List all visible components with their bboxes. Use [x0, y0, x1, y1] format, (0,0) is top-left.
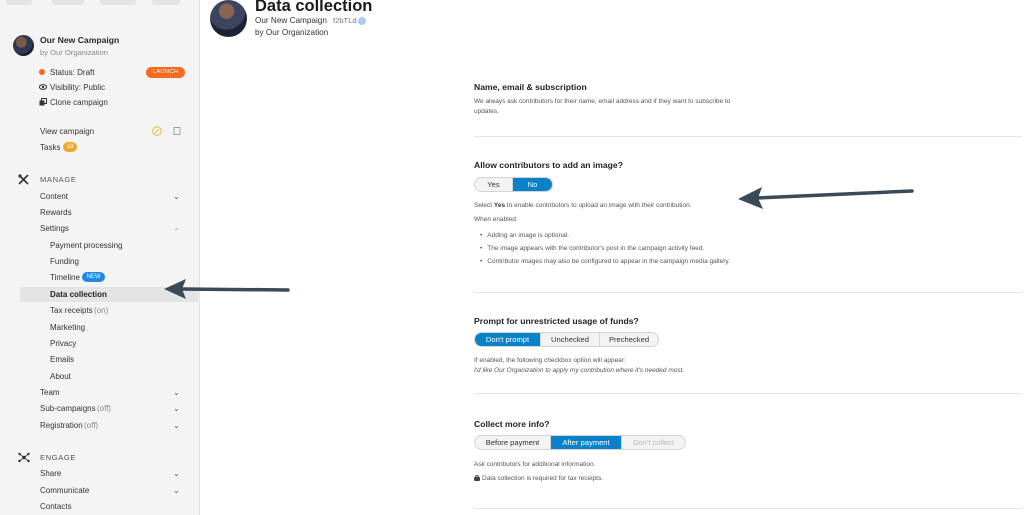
chevron-down-icon: ⌄	[173, 388, 180, 397]
team-label: Team	[40, 388, 60, 397]
header-campaign-name: Our New Campaign	[255, 16, 327, 25]
before-payment-option[interactable]: Before payment	[475, 436, 551, 449]
chevron-down-icon: ⌄	[173, 192, 180, 201]
eye-icon	[39, 84, 47, 90]
image-select-yes: Yes	[493, 202, 506, 209]
section-divider	[474, 393, 1022, 394]
network-icon	[18, 452, 30, 463]
more-info-desc: Ask contributors for additional informat…	[474, 461, 596, 468]
section-divider	[474, 508, 1022, 509]
sub-campaigns-label: Sub-campaigns	[40, 404, 96, 413]
campaign-title: Our New Campaign	[40, 35, 120, 45]
campaign-code: f2bTLd	[333, 16, 357, 25]
image-bullet-1: Adding an image is optional.	[480, 229, 730, 242]
compass-icon[interactable]	[152, 126, 162, 136]
share-label: Share	[40, 469, 62, 478]
chevron-down-icon: ⌄	[173, 469, 180, 478]
chevron-up-icon: ⌃	[173, 227, 180, 236]
tax-receipts-state: (on)	[94, 306, 109, 315]
image-select-pre: Select	[474, 202, 494, 209]
copy-icon	[39, 98, 47, 106]
tax-receipts-label: Tax receipts	[50, 306, 93, 315]
image-select-desc: Select Yes to enable contributors to upl…	[474, 201, 692, 211]
content-label: Content	[40, 192, 69, 201]
name-email-desc-line2: updates.	[474, 108, 499, 115]
image-toggle[interactable]: Yes No	[474, 177, 553, 192]
sub-campaigns-state: (off)	[97, 404, 112, 413]
funding-label: Funding	[50, 257, 79, 266]
contacts-label: Contacts	[40, 502, 72, 511]
new-badge: NEW	[82, 272, 105, 282]
communicate-label: Communicate	[40, 486, 90, 495]
chevron-down-icon: ⌄	[173, 421, 180, 430]
more-info-note: Data collection is required for tax rece…	[482, 475, 604, 482]
bookmark-icon[interactable]	[172, 126, 182, 136]
emails-label: Emails	[50, 355, 75, 364]
more-info-toggle[interactable]: Before payment After payment Don't colle…	[474, 435, 686, 450]
manage-label: MANAGE	[40, 175, 77, 184]
marketing-label: Marketing	[50, 323, 86, 332]
privacy-label: Privacy	[50, 339, 77, 348]
campaign-avatar-large	[210, 0, 247, 37]
funds-desc-line1: If enabled, the following checkbox optio…	[474, 357, 626, 364]
annotation-arrow-right	[738, 187, 914, 209]
more-info-title: Collect more info?	[474, 419, 550, 429]
image-bullet-3: Contributor images may also be configure…	[480, 255, 730, 268]
image-select-post: to enable contributors to upload an imag…	[505, 202, 692, 209]
registration-state: (off)	[84, 421, 99, 430]
image-no-option[interactable]: No	[513, 178, 552, 191]
name-email-desc: We always ask contributors for their nam…	[474, 97, 730, 117]
funds-desc-line2: I'd like Our Organization to apply my co…	[474, 367, 685, 374]
top-strip	[0, 0, 200, 10]
section-divider	[474, 292, 1022, 293]
rewards-label: Rewards	[40, 208, 72, 217]
info-icon[interactable]	[358, 17, 366, 25]
timeline-label: Timeline	[50, 273, 80, 282]
visibility-text: Visibility: Public	[50, 83, 105, 92]
funds-toggle[interactable]: Don't prompt Unchecked Prechecked	[474, 332, 659, 347]
funds-prechecked-option[interactable]: Prechecked	[600, 333, 658, 346]
about-label: About	[50, 372, 71, 381]
after-payment-option[interactable]: After payment	[551, 436, 622, 449]
funds-dont-prompt-option[interactable]: Don't prompt	[475, 333, 541, 346]
launch-button[interactable]: LAUNCH	[146, 67, 185, 78]
dont-collect-option: Don't collect	[632, 438, 675, 447]
engage-label: ENGAGE	[40, 453, 77, 462]
registration-label: Registration	[40, 421, 83, 430]
chevron-down-icon: ⌄	[173, 486, 180, 495]
image-yes-option[interactable]: Yes	[475, 178, 513, 191]
funds-title: Prompt for unrestricted usage of funds?	[474, 316, 639, 326]
payment-label: Payment processing	[50, 241, 123, 250]
lock-icon	[474, 475, 480, 481]
name-email-title: Name, email & subscription	[474, 82, 587, 92]
image-when-enabled: When enabled:	[474, 216, 518, 223]
tools-icon	[18, 174, 29, 185]
page-title: Data collection	[255, 0, 373, 15]
tasks-count-badge: 18	[63, 142, 77, 152]
funds-unchecked-option[interactable]: Unchecked	[541, 333, 600, 346]
campaign-header[interactable]: Our New Campaign by Our Organization	[13, 35, 119, 58]
sidebar: Our New Campaign by Our Organization Sta…	[0, 0, 200, 515]
status-text: Status: Draft	[50, 68, 95, 77]
annotation-arrow-left	[164, 279, 290, 299]
settings-label: Settings	[40, 224, 69, 233]
tasks-label: Tasks	[40, 143, 61, 152]
image-bullet-2: The image appears with the contributor's…	[480, 242, 730, 255]
image-bullets: Adding an image is optional. The image a…	[480, 229, 730, 268]
data-collection-label: Data collection	[50, 290, 107, 299]
section-divider	[474, 136, 1022, 137]
clone-text: Clone campaign	[50, 98, 108, 107]
campaign-avatar	[13, 35, 34, 56]
view-campaign-link[interactable]: View campaign	[40, 126, 94, 137]
funds-desc: If enabled, the following checkbox optio…	[474, 356, 684, 376]
name-email-desc-line1: We always ask contributors for their nam…	[474, 98, 731, 105]
chevron-down-icon: ⌄	[173, 404, 180, 413]
campaign-org: by Our Organization	[40, 48, 108, 57]
header-org: by Our Organization	[255, 28, 329, 37]
status-dot-icon	[39, 69, 45, 75]
image-title: Allow contributors to add an image?	[474, 160, 623, 170]
